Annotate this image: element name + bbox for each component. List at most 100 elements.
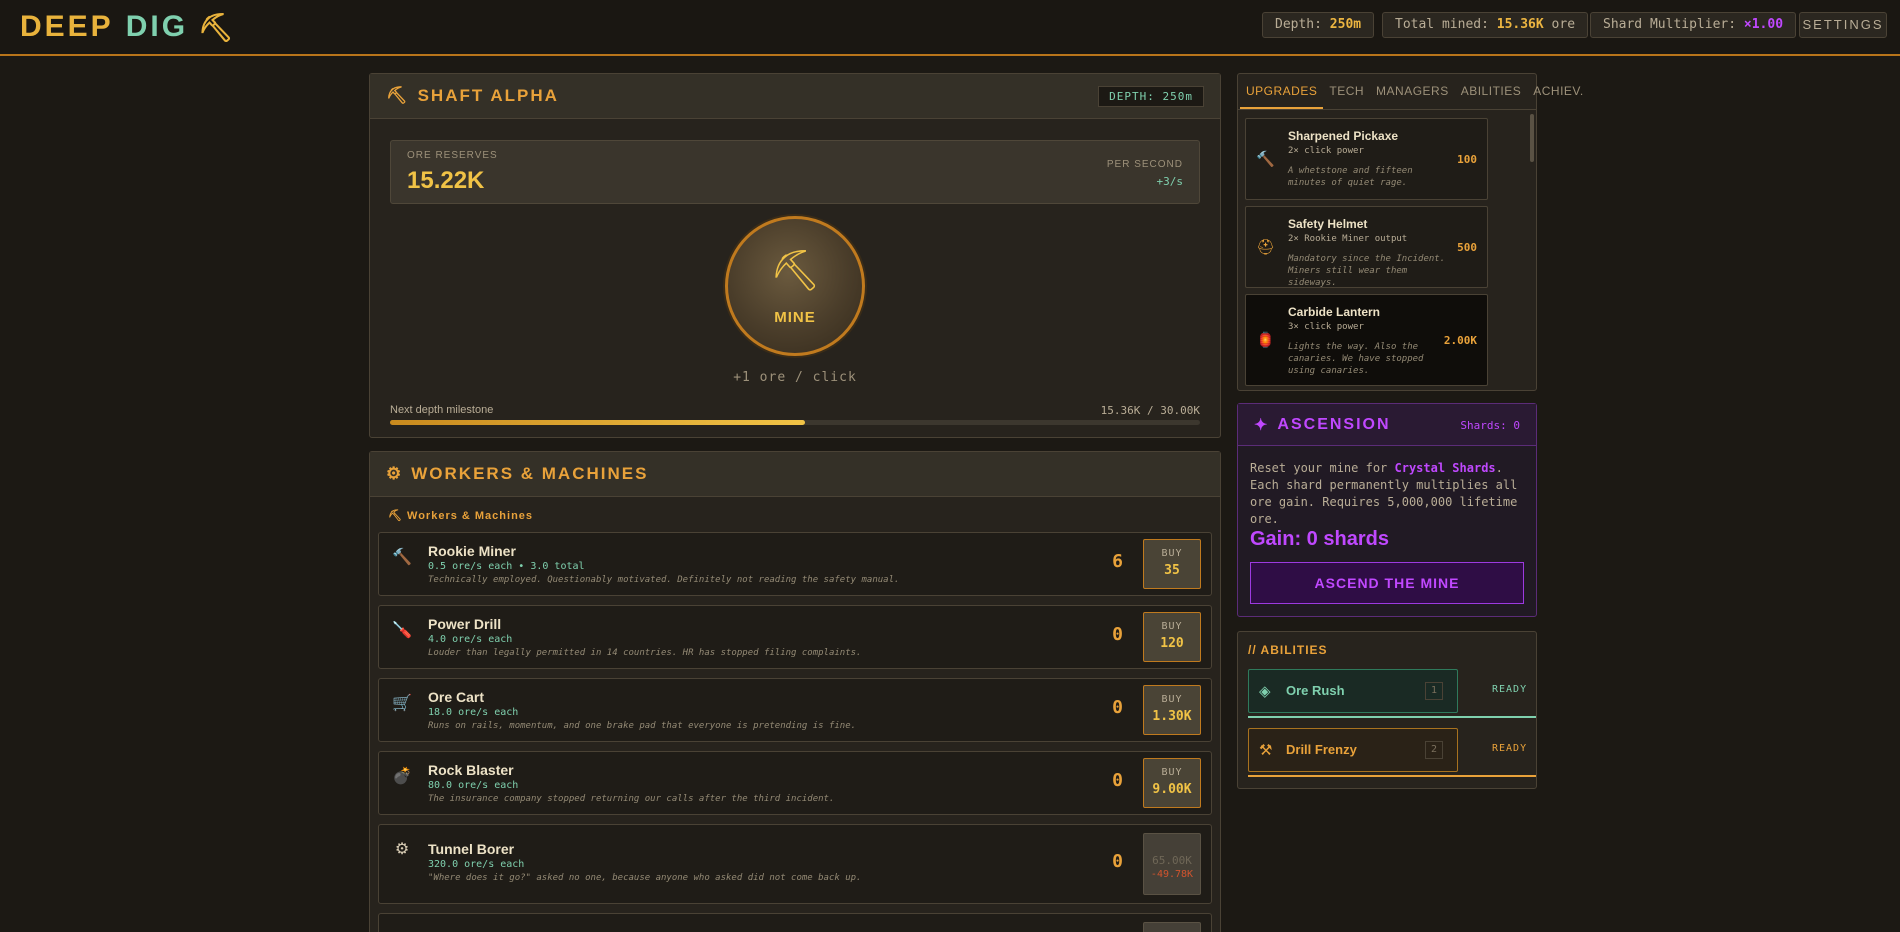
- logo-word-deep: DEEP: [20, 10, 114, 43]
- logo-word-dig: DIG: [125, 10, 189, 43]
- ascension-title: ASCENSION: [1277, 415, 1391, 433]
- buy-label: BUY: [1161, 767, 1183, 778]
- worker-icon: 🪛: [392, 622, 412, 639]
- tab-tech[interactable]: TECH: [1323, 74, 1370, 109]
- pickaxe-icon: 🔨: [1256, 151, 1275, 168]
- mine-button[interactable]: ⛏ MINE: [725, 216, 865, 356]
- milestone-value: 15.36K / 30.00K: [1100, 404, 1200, 417]
- ability-drill-frenzy[interactable]: ⚒ Drill Frenzy 2: [1248, 728, 1458, 772]
- milestone-progress-bar: [390, 420, 1200, 425]
- ability-status: READY: [1492, 743, 1528, 754]
- upgrade-description: Mandatory since the Incident. Miners sti…: [1288, 254, 1446, 288]
- worker-rate: 320.0 ore/s each: [428, 859, 525, 870]
- ability-name: Ore Rush: [1286, 683, 1345, 698]
- depth-stat: Depth: 250m: [1262, 12, 1375, 38]
- worker-description: Technically employed. Questionably motiv…: [428, 575, 900, 585]
- buy-button[interactable]: BUY 9.00K: [1143, 758, 1201, 808]
- ascend-button[interactable]: ASCEND THE MINE: [1250, 562, 1524, 604]
- shard-multiplier-stat: Shard Multiplier: ×1.00: [1590, 12, 1797, 38]
- buy-label: BUY: [1161, 694, 1183, 705]
- lantern-icon: 🏮: [1256, 332, 1275, 349]
- upgrade-price: 2.00K: [1443, 334, 1477, 347]
- shards-count: Shards: 0: [1460, 419, 1520, 432]
- depth-stat-value: 250m: [1329, 17, 1362, 32]
- upgrades-scrollbar[interactable]: [1530, 114, 1534, 162]
- shaft-panel: ⛏ SHAFT ALPHA DEPTH: 250m ORE RESERVES 1…: [369, 73, 1221, 438]
- upgrade-price: 100: [1457, 153, 1477, 166]
- ore-reserves-box: ORE RESERVES 15.22K PER SECOND +3/s: [390, 140, 1200, 204]
- total-mined-unit: ore: [1551, 17, 1576, 32]
- upgrade-description: A whetstone and fifteen minutes of quiet…: [1288, 166, 1413, 188]
- ability-ore-rush[interactable]: ◈ Ore Rush 1: [1248, 669, 1458, 713]
- tab-managers[interactable]: MANAGERS: [1370, 74, 1455, 109]
- ascension-gain: Gain: 0 shards: [1250, 528, 1389, 550]
- worker-row: ⚙ Tunnel Borer 320.0 ore/s each "Where d…: [378, 824, 1212, 904]
- upgrade-name: Carbide Lantern: [1288, 305, 1381, 319]
- worker-name: Tunnel Borer: [428, 841, 515, 857]
- upgrade-card[interactable]: 🔨 Sharpened Pickaxe 2× click power A whe…: [1245, 118, 1488, 200]
- worker-rate: 80.0 ore/s each: [428, 780, 519, 791]
- shaft-header: ⛏ SHAFT ALPHA: [370, 74, 1220, 119]
- shard-multiplier-value: ×1.00: [1743, 17, 1784, 32]
- buy-button[interactable]: BUY 120: [1143, 612, 1201, 662]
- upgrade-card[interactable]: 🏮 Carbide Lantern 3× click power Lights …: [1245, 294, 1488, 386]
- upgrade-name: Safety Helmet: [1288, 217, 1368, 231]
- upgrade-description: Lights the way. Also the canaries. We ha…: [1288, 342, 1424, 376]
- ability-cooldown-bar: [1248, 775, 1536, 777]
- buy-button[interactable]: 65.00K -49.78K: [1143, 833, 1201, 895]
- worker-rate: 18.0 ore/s each: [428, 707, 519, 718]
- upgrades-panel: UPGRADES TECH MANAGERS ABILITIES ACHIEV. 🔨 S…: [1237, 73, 1583, 391]
- ability-name: Drill Frenzy: [1286, 742, 1357, 757]
- worker-count: 6: [1112, 551, 1123, 572]
- ascension-panel: ✦ ASCENSION Shards: 0 Reset your mine fo…: [1237, 403, 1537, 617]
- crystal-shards-highlight: Crystal Shards: [1394, 461, 1496, 475]
- milestone-label: Next depth milestone: [390, 404, 494, 416]
- pickaxe-icon: ⛏: [198, 11, 237, 43]
- buy-button[interactable]: BUY 1.30K: [1143, 685, 1201, 735]
- per-second-label: PER SECOND: [1106, 159, 1183, 170]
- buy-button[interactable]: BUY 35: [1143, 539, 1201, 589]
- worker-name: Power Drill: [428, 616, 502, 632]
- worker-row: 🪛 Power Drill 4.0 ore/s each Louder than…: [378, 605, 1212, 669]
- worker-name: Rock Blaster: [428, 762, 514, 778]
- worker-description: The insurance company stopped returning …: [428, 794, 835, 804]
- settings-button[interactable]: SETTINGS: [1799, 12, 1887, 38]
- worker-icon: 🔨: [392, 549, 412, 566]
- worker-description: Runs on rails, momentum, and one brake p…: [428, 721, 857, 731]
- drill-icon: ⚒: [1259, 742, 1273, 759]
- buy-cost: 120: [1160, 636, 1184, 651]
- total-mined-stat: Total mined: 15.36K ore: [1382, 12, 1589, 38]
- buy-shortfall: -49.78K: [1150, 869, 1194, 880]
- tab-achiev[interactable]: ACHIEV.: [1527, 74, 1589, 109]
- buy-cost: 1.30K: [1152, 709, 1192, 724]
- mine-button-label: MINE: [774, 309, 816, 326]
- worker-name: Rookie Miner: [428, 543, 516, 559]
- shard-multiplier-label: Shard Multiplier:: [1603, 17, 1737, 32]
- per-second-value: +3/s: [1156, 175, 1184, 188]
- worker-row: 🛒 Ore Cart 18.0 ore/s each Runs on rails…: [378, 678, 1212, 742]
- per-click-text: +1 ore / click: [733, 370, 857, 385]
- ore-reserves-value: 15.22K: [407, 167, 485, 194]
- upgrade-effect: 2× click power: [1288, 146, 1364, 156]
- depth-stat-label: Depth:: [1275, 17, 1322, 32]
- total-mined-label: Total mined:: [1395, 17, 1489, 32]
- worker-count: 0: [1112, 851, 1123, 872]
- buy-button[interactable]: [1143, 922, 1201, 932]
- worker-row: [378, 913, 1212, 932]
- upgrade-effect: 2× Rookie Miner output: [1288, 234, 1408, 244]
- ability-hotkey: 2: [1425, 741, 1443, 759]
- upgrade-card[interactable]: ⛑ Safety Helmet 2× Rookie Miner output M…: [1245, 206, 1488, 288]
- worker-icon: 💣: [392, 768, 412, 785]
- abilities-title: // ABILITIES: [1248, 643, 1328, 657]
- abilities-panel: // ABILITIES ◈ Ore Rush 1 READY ⚒ Drill …: [1237, 631, 1537, 789]
- gear-icon: ⚙: [386, 464, 404, 483]
- worker-row: 🔨 Rookie Miner 0.5 ore/s each • 3.0 tota…: [378, 532, 1212, 596]
- depth-badge: DEPTH: 250m: [1098, 86, 1204, 107]
- workers-header: ⚙ WORKERS & MACHINES: [370, 452, 1220, 497]
- diamond-icon: ◈: [1259, 683, 1271, 700]
- tab-abilities[interactable]: ABILITIES: [1455, 74, 1528, 109]
- mine-pickaxe-icon: ⛏: [769, 249, 821, 293]
- worker-count: 0: [1112, 697, 1123, 718]
- tab-upgrades[interactable]: UPGRADES: [1240, 74, 1324, 109]
- upgrade-price: 500: [1457, 241, 1477, 254]
